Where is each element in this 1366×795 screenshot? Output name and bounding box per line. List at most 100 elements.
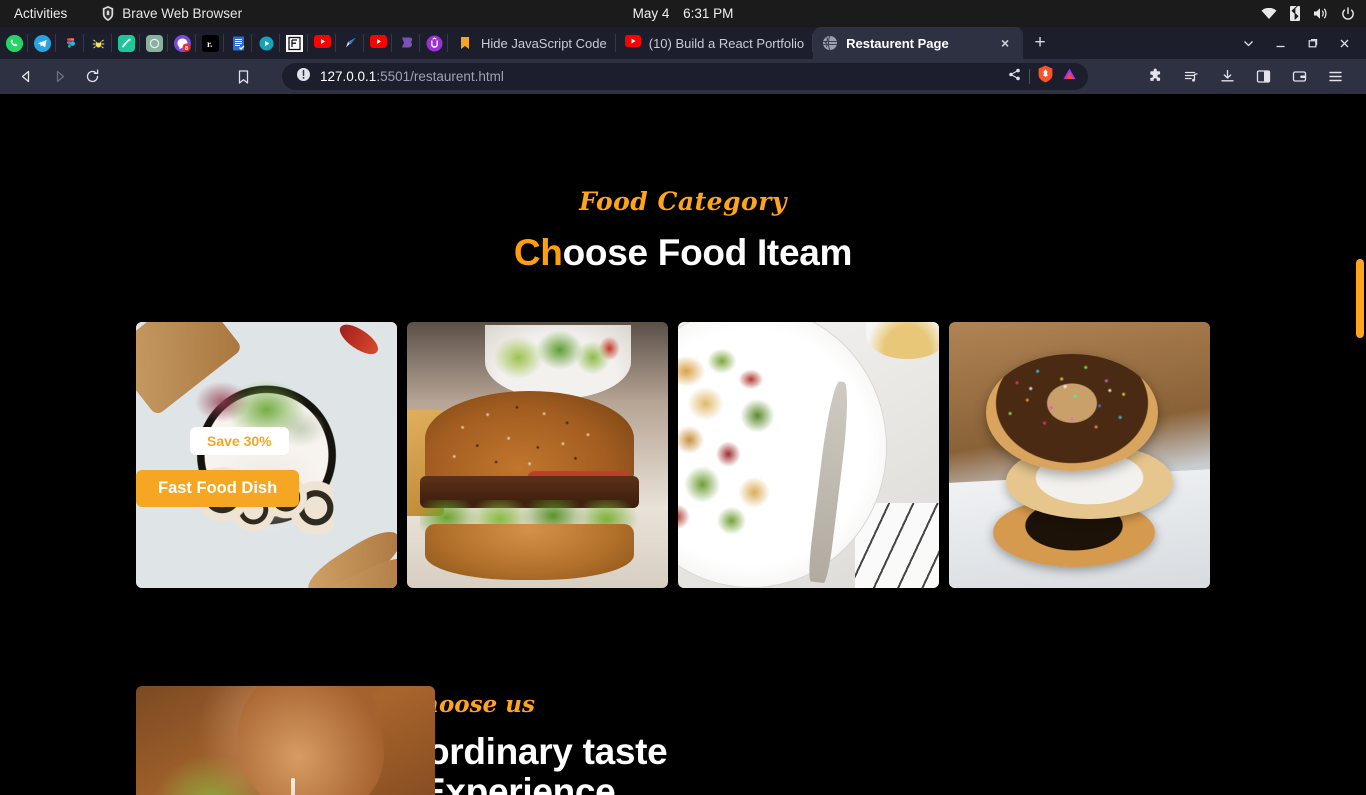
purple-u-icon	[426, 35, 443, 52]
new-tab-button[interactable]: +	[1023, 27, 1057, 59]
downloads-icon[interactable]	[1211, 63, 1244, 91]
reload-button[interactable]	[76, 63, 109, 91]
tab-search-button[interactable]	[1233, 28, 1263, 58]
pinned-tab-rr[interactable]: r.	[196, 27, 224, 59]
brave-lion-icon	[101, 6, 115, 21]
url-path: :5501/restaurent.html	[376, 69, 504, 84]
youtube-icon	[624, 35, 641, 51]
second-bowl	[865, 322, 939, 360]
page-scrollbar[interactable]	[1354, 121, 1366, 795]
playlist-icon[interactable]	[1175, 63, 1208, 91]
openai-icon	[145, 34, 163, 52]
close-button[interactable]	[1329, 28, 1359, 58]
salad-greens	[487, 327, 627, 378]
toolbar-right-actions	[1139, 63, 1356, 91]
hand	[227, 686, 391, 795]
food-card-cauliflower-salad[interactable]	[678, 322, 939, 588]
sidebar-icon[interactable]	[1247, 63, 1280, 91]
tab-hide-javascript-code[interactable]: Hide JavaScript Code	[448, 27, 616, 59]
green-swoosh-icon	[117, 34, 135, 52]
url-host: 127.0.0.1	[320, 69, 377, 84]
clock-time: 6:31 PM	[683, 6, 734, 21]
address-bar-area: 127.0.0.1:5501/restaurent.html	[227, 63, 1088, 91]
wifi-icon	[1261, 7, 1277, 20]
why-choose-us-section: Why Choose us Exta ordinary taste And Ex…	[0, 686, 1354, 795]
food-card-grid: Save 30% Fast Food Dish	[136, 322, 1210, 588]
tab-build-a-react-portfolio[interactable]: (10) Build a React Portfolio	[616, 27, 814, 59]
food-card-donuts[interactable]	[949, 322, 1210, 588]
page-title: Choose Food Iteam	[0, 232, 1366, 274]
pinned-tab-bootstrap[interactable]	[392, 27, 420, 59]
tab-restaurent-page[interactable]: Restaurent Page ×	[813, 27, 1024, 59]
food-card-fast-food-dish[interactable]: Save 30% Fast Food Dish	[136, 322, 397, 588]
salad-contents	[678, 343, 819, 546]
figma-icon	[61, 34, 79, 52]
food-card-burger[interactable]	[407, 322, 668, 588]
active-app-indicator[interactable]: Brave Web Browser	[101, 6, 242, 21]
food-category-eyebrow: Food Category	[579, 187, 787, 216]
pinned-tab-telegram[interactable]	[28, 27, 56, 59]
menu-icon[interactable]	[1319, 63, 1352, 91]
paper-plane-icon	[342, 35, 359, 52]
bug-icon	[89, 34, 107, 52]
lime-squeeze-photo	[136, 686, 435, 795]
pinned-tab-green-check[interactable]	[112, 27, 140, 59]
wallet-icon[interactable]	[1283, 63, 1316, 91]
svg-text:r.: r.	[207, 39, 212, 49]
address-bar-actions	[1007, 65, 1082, 88]
minimize-button[interactable]	[1265, 28, 1295, 58]
divider	[1029, 69, 1030, 84]
whatsapp-icon	[5, 34, 23, 52]
sesame-seeds	[425, 391, 635, 482]
not-secure-icon[interactable]	[296, 67, 311, 87]
globe-icon	[822, 35, 838, 51]
volume-icon	[1313, 7, 1328, 20]
pinned-tab-youtube-1[interactable]	[308, 27, 336, 59]
telegram-icon	[33, 34, 51, 52]
page-title-highlight: Ch	[513, 232, 563, 273]
pinned-tab-teal-play[interactable]	[252, 27, 280, 59]
pinned-tab-openai[interactable]	[140, 27, 168, 59]
maximize-button[interactable]	[1297, 28, 1327, 58]
sprinkle-donuts-photo	[949, 322, 1210, 588]
extensions-icon[interactable]	[1139, 63, 1172, 91]
brave-shields-icon[interactable]	[1037, 65, 1054, 88]
bookmark-button[interactable]	[227, 63, 260, 91]
burger-photo	[407, 322, 668, 588]
messenger-icon: 8	[173, 34, 191, 52]
brave-rewards-icon[interactable]	[1061, 66, 1078, 88]
pinned-tab-youtube-2[interactable]	[364, 27, 392, 59]
pinned-tab-purple-u[interactable]	[420, 27, 448, 59]
system-tray[interactable]	[1261, 6, 1366, 21]
back-button[interactable]	[10, 63, 43, 91]
forward-button[interactable]	[43, 63, 76, 91]
pinned-tab-figma[interactable]	[56, 27, 84, 59]
pinned-tab-blue-doc[interactable]	[224, 27, 252, 59]
share-icon[interactable]	[1007, 67, 1022, 87]
pinned-tab-blue-arrow[interactable]	[336, 27, 364, 59]
window-controls	[1233, 27, 1366, 59]
pinned-tab-fiverr-bug[interactable]	[84, 27, 112, 59]
browser-window: 8 r. Hide JavaScript Code (10) Build a R…	[0, 27, 1366, 795]
pinned-tab-whatsapp[interactable]	[0, 27, 28, 59]
f-box-icon	[285, 34, 303, 52]
pinned-tab-f-box[interactable]	[280, 27, 308, 59]
cutting-board	[136, 322, 243, 417]
tab-strip: 8 r. Hide JavaScript Code (10) Build a R…	[0, 27, 1366, 59]
salad-plate-photo	[136, 322, 397, 588]
address-bar[interactable]: 127.0.0.1:5501/restaurent.html	[282, 63, 1088, 90]
activities-button[interactable]: Activities	[0, 6, 81, 21]
scrollbar-thumb[interactable]	[1356, 259, 1364, 338]
svg-text:8: 8	[184, 46, 187, 52]
gnome-top-bar: Activities Brave Web Browser May 4 6:31 …	[0, 0, 1366, 27]
address-bar-url: 127.0.0.1:5501/restaurent.html	[320, 69, 504, 84]
page-viewport: Food Category Choose Food Iteam Save 30%…	[0, 121, 1366, 795]
youtube-icon	[313, 34, 331, 52]
pinned-tab-messenger[interactable]: 8	[168, 27, 196, 59]
rr-icon: r.	[201, 34, 219, 52]
chili-pepper	[335, 322, 383, 360]
dish-badge[interactable]: Fast Food Dish	[136, 470, 300, 507]
bluetooth-icon	[1290, 6, 1300, 21]
active-app-name: Brave Web Browser	[122, 6, 243, 21]
tab-close-button[interactable]: ×	[996, 34, 1014, 52]
